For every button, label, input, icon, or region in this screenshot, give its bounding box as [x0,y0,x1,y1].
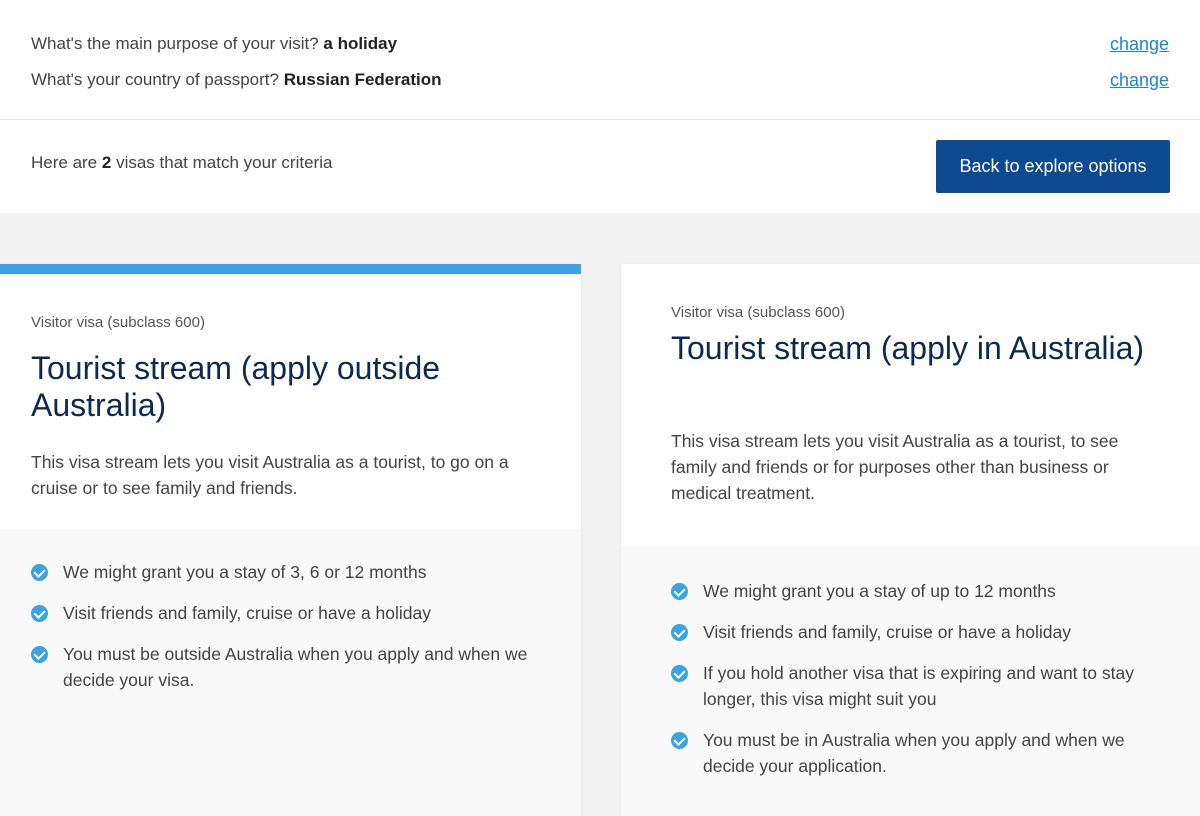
visa-subclass: Visitor visa (subclass 600) [671,304,845,321]
visa-title[interactable]: Tourist stream (apply in Australia) [671,330,1151,367]
card-header: Visitor visa (subclass 600) Tourist stre… [621,264,1200,546]
change-purpose-link[interactable]: change [1110,34,1169,55]
visa-title[interactable]: Tourist stream (apply outside Australia) [31,350,531,424]
benefit-list: We might grant you a stay of up to 12 mo… [671,578,1171,794]
benefit-item: Visit friends and family, cruise or have… [31,600,531,626]
check-icon [671,732,688,749]
card-benefits: We might grant you a stay of 3, 6 or 12 … [0,529,581,816]
criteria-row-passport: What's your country of passport? Russian… [31,67,1169,93]
check-icon [671,624,688,641]
change-passport-link[interactable]: change [1110,70,1169,91]
check-icon [31,646,48,663]
check-icon [31,605,48,622]
criteria-summary: What's the main purpose of your visit? a… [0,0,1200,120]
visa-subclass: Visitor visa (subclass 600) [31,314,205,331]
visa-description: This visa stream lets you visit Australi… [671,431,1119,503]
card-header: Visitor visa (subclass 600) Tourist stre… [0,274,581,529]
benefit-list: We might grant you a stay of 3, 6 or 12 … [31,559,531,708]
results-summary: Here are 2 visas that match your criteri… [31,153,333,172]
visa-description: This visa stream lets you visit Australi… [31,452,509,498]
results-count: 2 [101,153,112,172]
check-icon [31,564,48,581]
check-icon [671,665,688,682]
benefit-item: Visit friends and family, cruise or have… [671,619,1171,645]
benefit-item: If you hold another visa that is expirin… [671,660,1171,712]
benefit-item: We might grant you a stay of up to 12 mo… [671,578,1171,604]
passport-question: What's your country of passport? Russian… [31,70,442,89]
visa-card-inside[interactable]: Visitor visa (subclass 600) Tourist stre… [621,264,1200,816]
card-benefits: We might grant you a stay of up to 12 mo… [621,546,1200,816]
check-icon [671,583,688,600]
purpose-answer: a holiday [323,34,398,53]
visa-card-outside[interactable]: Visitor visa (subclass 600) Tourist stre… [0,264,581,816]
back-to-explore-button[interactable]: Back to explore options [936,140,1170,193]
benefit-item: We might grant you a stay of 3, 6 or 12 … [31,559,531,585]
criteria-row-purpose: What's the main purpose of your visit? a… [31,31,1169,57]
purpose-question: What's the main purpose of your visit? a… [31,34,398,53]
benefit-item: You must be outside Australia when you a… [31,641,531,693]
passport-answer: Russian Federation [283,70,442,89]
benefit-item: You must be in Australia when you apply … [671,727,1171,779]
